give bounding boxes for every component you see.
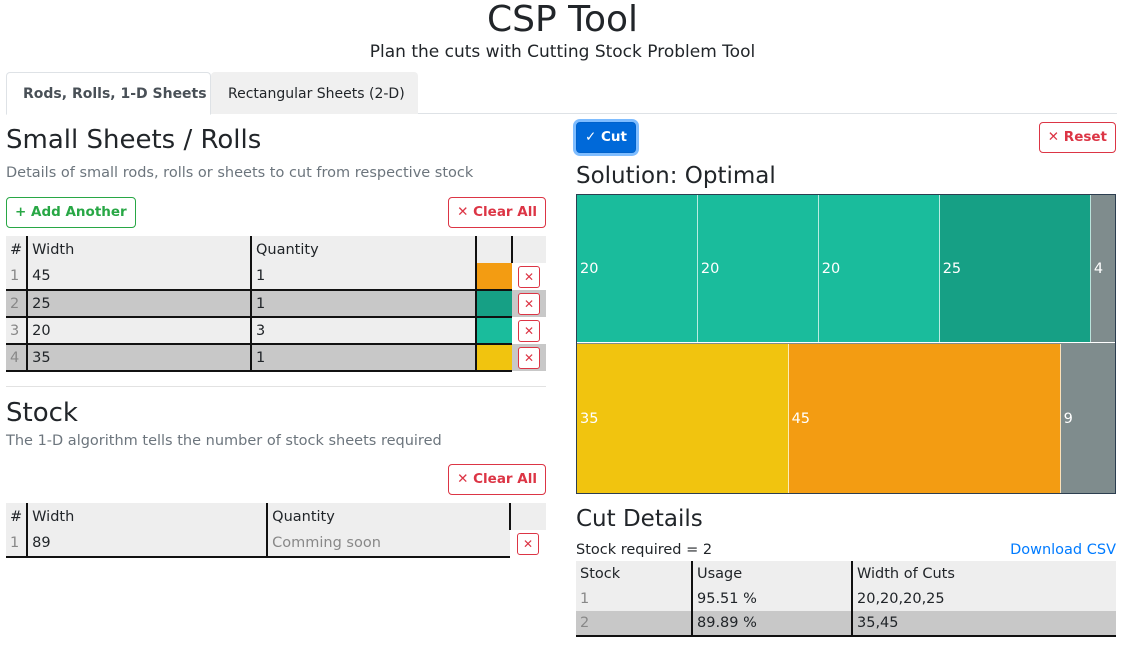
- col-color: [475, 236, 512, 263]
- cut-button[interactable]: ✓ Cut: [576, 122, 636, 153]
- solution-title: Solution: Optimal: [576, 163, 776, 189]
- stock-required-text: Stock required = 2: [576, 542, 713, 558]
- col-index: #: [6, 503, 28, 530]
- width-field[interactable]: 89: [26, 530, 268, 558]
- quantity-field[interactable]: Comming soon: [266, 530, 510, 558]
- app-title: CSP Tool: [486, 0, 639, 40]
- small-sheets-table: # Width Quantity 1 45 1 ✕ 2 25 1 ✕ 3 20 …: [6, 236, 546, 372]
- quantity-field[interactable]: 3: [250, 317, 476, 345]
- col-quantity: Quantity: [266, 503, 510, 530]
- col-widths: Width of Cuts: [851, 561, 1116, 586]
- table-row: 1 45 1 ✕: [6, 263, 546, 291]
- width-field[interactable]: 35: [26, 344, 251, 372]
- small-sheets-title: Small Sheets / Rolls: [6, 125, 262, 155]
- stock-table: # Width Quantity 1 89 Comming soon ✕: [6, 503, 546, 558]
- usage-value: 95.51 %: [691, 586, 852, 611]
- stock-title: Stock: [6, 398, 78, 428]
- delete-row-button[interactable]: ✕: [518, 292, 540, 315]
- color-swatch[interactable]: [475, 290, 512, 318]
- width-field[interactable]: 25: [26, 290, 251, 318]
- tab-bar: Rods, Rolls, 1-D Sheets Rectangular Shee…: [6, 72, 1117, 115]
- solution-panel: ✓ Cut ✕ Reset Solution: Optimal 20 20 20 25…: [576, 120, 1116, 637]
- row-index: 1: [6, 530, 28, 558]
- col-actions: [511, 236, 546, 263]
- small-sheets-description: Details of small rods, rolls or sheets t…: [6, 165, 474, 181]
- col-actions: [509, 503, 546, 530]
- col-index: #: [6, 236, 28, 263]
- cut-segment: 35: [577, 344, 789, 493]
- color-swatch[interactable]: [475, 263, 512, 291]
- table-row: 1 89 Comming soon ✕: [6, 530, 546, 558]
- table-row: 3 20 3 ✕: [6, 317, 546, 345]
- stock-bar: 35 45 9: [577, 344, 1115, 493]
- stock-number: 1: [576, 586, 692, 611]
- section-divider: [6, 386, 546, 387]
- row-index: 3: [6, 317, 28, 345]
- cut-details-title: Cut Details: [576, 506, 703, 532]
- cut-segment: 20: [577, 195, 698, 342]
- tab-1d-sheets[interactable]: Rods, Rolls, 1-D Sheets: [6, 72, 211, 115]
- reset-button[interactable]: ✕ Reset: [1038, 122, 1116, 153]
- table-row: 4 35 1 ✕: [6, 344, 546, 372]
- waste-segment: 9: [1060, 344, 1115, 493]
- width-field[interactable]: 45: [26, 263, 251, 291]
- row-index: 2: [6, 290, 28, 318]
- stock-number: 2: [576, 611, 692, 637]
- input-panel: Small Sheets / Rolls Details of small ro…: [6, 120, 546, 558]
- col-usage: Usage: [691, 561, 852, 586]
- stock-description: The 1-D algorithm tells the number of st…: [6, 433, 442, 449]
- quantity-field[interactable]: 1: [250, 263, 476, 291]
- cut-segment: 25: [939, 195, 1091, 342]
- col-stock: Stock: [576, 561, 692, 586]
- download-csv-link[interactable]: Download CSV: [1010, 542, 1116, 558]
- app-subtitle: Plan the cuts with Cutting Stock Problem…: [369, 42, 756, 62]
- cut-segment: 45: [788, 344, 1061, 493]
- table-row: 2 25 1 ✕: [6, 290, 546, 318]
- cut-segment: 20: [818, 195, 940, 342]
- width-field[interactable]: 20: [26, 317, 251, 345]
- tab-2d-sheets[interactable]: Rectangular Sheets (2-D): [211, 72, 418, 114]
- cut-widths: 20,20,20,25: [851, 586, 1116, 611]
- stock-bar: 20 20 20 25 4: [577, 195, 1115, 343]
- color-swatch[interactable]: [475, 317, 512, 345]
- delete-row-button[interactable]: ✕: [517, 532, 539, 555]
- row-index: 4: [6, 344, 28, 372]
- row-index: 1: [6, 263, 28, 291]
- cut-segment: 20: [697, 195, 819, 342]
- color-swatch[interactable]: [475, 344, 512, 372]
- table-row: 2 89.89 % 35,45: [576, 611, 1116, 637]
- table-row: 1 95.51 % 20,20,20,25: [576, 586, 1116, 611]
- delete-row-button[interactable]: ✕: [518, 265, 540, 288]
- usage-value: 89.89 %: [691, 611, 852, 637]
- cut-widths: 35,45: [851, 611, 1116, 637]
- waste-segment: 4: [1090, 195, 1115, 342]
- cut-details-table: Stock Usage Width of Cuts 1 95.51 % 20,2…: [576, 561, 1116, 637]
- cut-diagram: 20 20 20 25 4 35 45 9: [576, 194, 1116, 494]
- clear-small-sheets-button[interactable]: ✕ Clear All: [448, 197, 546, 228]
- col-width: Width: [26, 503, 268, 530]
- page-header: CSP Tool Plan the cuts with Cutting Stoc…: [0, 0, 1125, 64]
- col-width: Width: [26, 236, 251, 263]
- delete-row-button[interactable]: ✕: [518, 346, 540, 369]
- col-quantity: Quantity: [250, 236, 476, 263]
- clear-stock-button[interactable]: ✕ Clear All: [448, 464, 546, 495]
- delete-row-button[interactable]: ✕: [518, 319, 540, 342]
- quantity-field[interactable]: 1: [250, 290, 476, 318]
- quantity-field[interactable]: 1: [250, 344, 476, 372]
- add-another-button[interactable]: + Add Another: [6, 197, 136, 228]
